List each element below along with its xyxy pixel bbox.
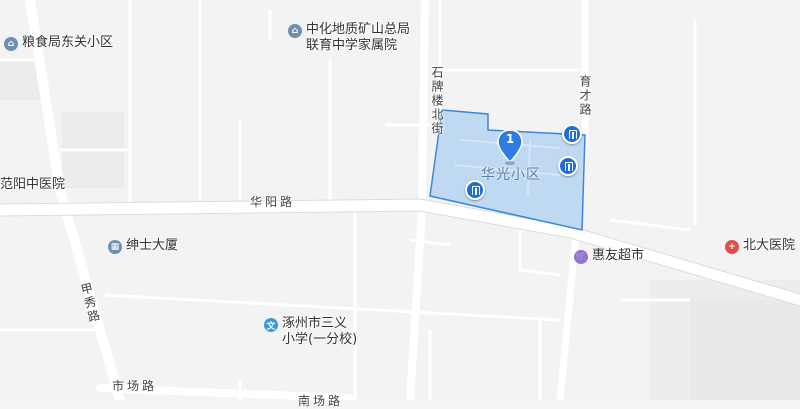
poi-label-line2: 小学(一分校) <box>282 332 358 347</box>
residential-icon: ⌂ <box>4 37 18 51</box>
poi-sanyi-school[interactable]: 文 涿州市三义 小学(一分校) <box>264 316 357 348</box>
poi-label: 绅士大厦 <box>126 238 179 253</box>
residential-icon: ⌂ <box>288 24 302 38</box>
poi-label: 北大医院 <box>743 238 796 253</box>
map-canvas[interactable] <box>0 0 800 400</box>
location-marker-label[interactable]: 1 <box>498 130 522 164</box>
poi-label-line1: 中化地质矿山总局 <box>306 22 411 37</box>
road-label-shichang: 市场路 <box>112 379 158 393</box>
entrance-icon[interactable] <box>562 124 582 144</box>
entrance-icon[interactable] <box>558 156 578 176</box>
poi-huiyou-supermarket[interactable]: 🛒 惠友超市 <box>574 248 644 264</box>
road-label-yucai: 育才路 <box>578 75 592 117</box>
poi-label-line1: 涿州市三义 <box>282 316 348 331</box>
shopping-icon: 🛒 <box>574 250 588 264</box>
poi-fanyang-hospital[interactable]: 范阳中医院 <box>0 173 65 192</box>
poi-peking-hospital[interactable]: + 北大医院 <box>725 238 795 254</box>
community-name[interactable]: 华光小区 <box>481 164 541 184</box>
poi-label: 惠友超市 <box>592 248 645 263</box>
road-label-huayang: 华阳路 <box>250 195 296 209</box>
entrance-icon[interactable] <box>465 180 485 200</box>
road-label-shipailou: 石牌楼北街 <box>430 66 444 136</box>
poi-label: 粮食局东关小区 <box>22 35 114 50</box>
road-label-bottom: 南场路 <box>298 394 344 408</box>
poi-geology-bureau[interactable]: ⌂ 中化地质矿山总局 联育中学家属院 <box>288 22 410 54</box>
school-icon: 文 <box>264 318 278 332</box>
poi-grain-bureau[interactable]: ⌂ 粮食局东关小区 <box>4 35 113 51</box>
poi-label-line2: 联育中学家属院 <box>306 38 398 53</box>
hospital-icon: + <box>725 240 739 254</box>
poi-gentleman-building[interactable]: ▦ 绅士大厦 <box>108 238 178 254</box>
building-icon: ▦ <box>108 240 122 254</box>
marker-number: 1 <box>505 132 515 146</box>
